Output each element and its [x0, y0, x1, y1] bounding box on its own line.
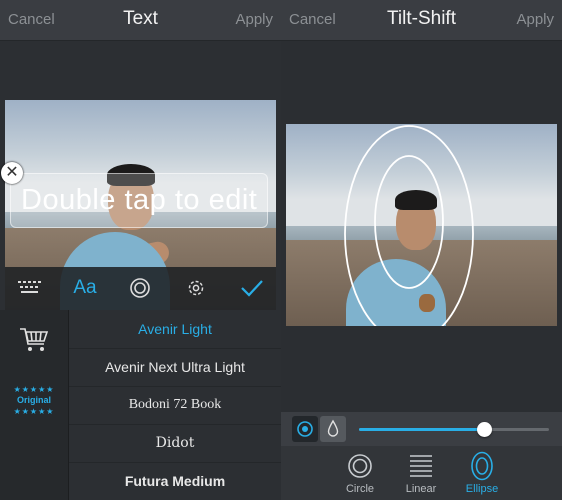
mode-circle-label: Circle: [345, 483, 375, 495]
droplet-icon: [327, 419, 339, 437]
text-navbar: Cancel Text Apply: [0, 0, 281, 41]
text-apply-button[interactable]: Apply: [235, 11, 273, 28]
tilt-shift-panel: Cancel Tilt-Shift Apply Circle Linear El…: [281, 0, 562, 500]
ellipse-mode-icon: [471, 451, 493, 481]
tilt-shift-navbar: Cancel Tilt-Shift Apply: [281, 0, 562, 41]
font-list: Avenir Light Avenir Next Ultra Light Bod…: [69, 310, 281, 500]
font-tool-button[interactable]: Aa: [70, 275, 100, 301]
blur-mode-button[interactable]: [320, 416, 346, 442]
font-option-avenir-light[interactable]: Avenir Light: [69, 310, 281, 349]
mode-linear-label: Linear: [405, 483, 437, 495]
tilt-shift-photo-canvas[interactable]: [286, 124, 557, 326]
badge-stars-top: ★★★★★: [13, 385, 55, 394]
blur-slider-handle[interactable]: [477, 422, 493, 437]
ellipse-focus-overlay[interactable]: [286, 124, 557, 326]
keyboard-icon[interactable]: [15, 275, 45, 301]
circle-mode-icon: [348, 454, 372, 478]
mode-ellipse-button[interactable]: Ellipse: [452, 446, 512, 500]
badge-stars-bottom: ★★★★★: [13, 407, 55, 416]
color-ring-icon[interactable]: [125, 275, 155, 301]
font-option-didot[interactable]: Didot: [69, 424, 281, 463]
linear-mode-icon: [410, 455, 432, 477]
original-fonts-badge[interactable]: ★★★★★ Original ★★★★★: [0, 385, 68, 416]
text-toolbar: Aa: [5, 267, 276, 310]
mode-circle-button[interactable]: Circle: [330, 446, 390, 500]
font-option-bodoni[interactable]: Bodoni 72 Book: [69, 386, 281, 425]
blur-slider-fill: [359, 428, 485, 431]
font-option-futura-medium[interactable]: Futura Medium: [69, 462, 281, 500]
mode-ellipse-label: Ellipse: [465, 483, 499, 495]
badge-label: Original: [16, 395, 51, 405]
checkmark-icon[interactable]: [237, 275, 267, 301]
tilt-shift-mode-bar: Circle Linear Ellipse: [281, 446, 562, 500]
font-source-sidebar: ★★★★★ Original ★★★★★: [0, 310, 69, 500]
text-overlay-box[interactable]: Double tap to edit: [10, 173, 268, 228]
text-editor-panel: Cancel Text Apply Double tap to edit ✕ A: [0, 0, 281, 500]
gear-icon[interactable]: [181, 275, 211, 301]
mode-linear-button[interactable]: Linear: [391, 446, 451, 500]
font-option-avenir-next-ultra-light[interactable]: Avenir Next Ultra Light: [69, 348, 281, 387]
blur-slider[interactable]: [359, 422, 549, 437]
tilt-shift-apply-button[interactable]: Apply: [516, 11, 554, 28]
close-icon[interactable]: ✕: [1, 162, 23, 184]
cart-icon[interactable]: [19, 326, 49, 359]
overlay-text: Double tap to edit: [21, 184, 258, 216]
focus-mode-button[interactable]: [292, 416, 318, 442]
blur-controls-bar: [281, 412, 562, 446]
focus-icon: [297, 421, 313, 437]
